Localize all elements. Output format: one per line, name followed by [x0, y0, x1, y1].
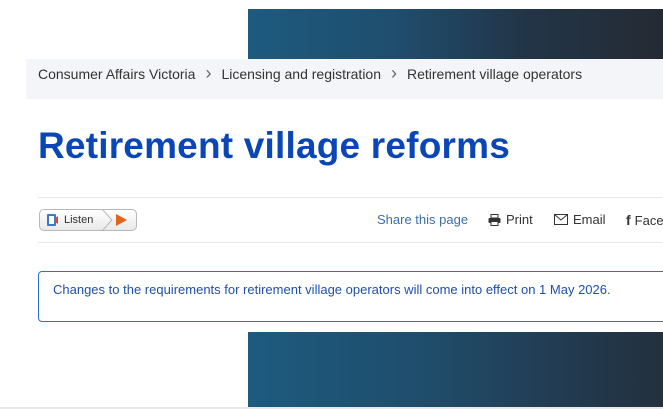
print-button[interactable]: Print [488, 212, 533, 227]
print-label: Print [506, 212, 533, 227]
breadcrumb-item-consumer-affairs[interactable]: Consumer Affairs Victoria [38, 66, 195, 82]
facebook-icon: f [626, 212, 631, 228]
email-label: Email [573, 212, 606, 227]
divider [38, 242, 663, 243]
listen-button[interactable]: Listen [39, 209, 137, 231]
divider [38, 197, 663, 198]
chevron-right-icon: › [205, 63, 212, 83]
envelope-icon [554, 214, 568, 225]
alert-text: Changes to the requirements for retireme… [53, 282, 611, 297]
facebook-label: Face [634, 212, 663, 228]
email-button[interactable]: Email [554, 212, 606, 227]
hero-banner-top [248, 9, 663, 66]
breadcrumb-item-licensing[interactable]: Licensing and registration [221, 66, 381, 82]
share-link[interactable]: Share this page [377, 212, 468, 227]
facebook-button[interactable]: f Face [626, 212, 663, 228]
divider-chevron-icon [101, 209, 113, 231]
listen-label: Listen [64, 214, 94, 226]
speaker-icon [46, 213, 60, 227]
breadcrumb-item-current: Retirement village operators [407, 66, 583, 82]
breadcrumb: Consumer Affairs Victoria › Licensing an… [38, 63, 583, 83]
chevron-right-icon: › [391, 63, 397, 83]
play-icon[interactable] [116, 214, 127, 226]
hero-banner-bottom [248, 332, 663, 409]
page-title: Retirement village reforms [38, 125, 510, 166]
alert-notice: Changes to the requirements for retireme… [38, 271, 663, 322]
printer-icon [488, 213, 501, 226]
